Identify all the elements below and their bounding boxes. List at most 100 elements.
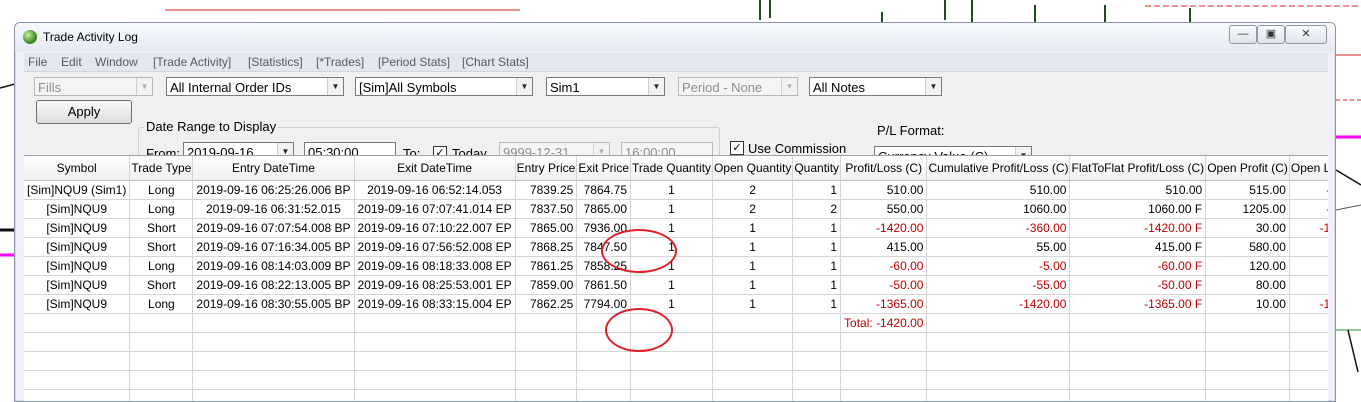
table-cell bbox=[1289, 390, 1328, 402]
table-cell: 120.00 bbox=[1206, 257, 1290, 276]
table-cell bbox=[927, 390, 1070, 402]
table-cell: 7865.00 bbox=[515, 219, 577, 238]
column-header[interactable]: Exit DateTime bbox=[354, 156, 515, 181]
table-cell: -55.00 bbox=[927, 276, 1070, 295]
table-cell bbox=[1289, 371, 1328, 390]
table-row[interactable]: [Sim]NQU9 (Sim1)Long2019-09-16 06:25:26.… bbox=[24, 181, 1328, 200]
close-icon[interactable]: ✕ bbox=[1285, 25, 1327, 44]
column-header[interactable]: Symbol bbox=[24, 156, 130, 181]
app-globe-icon bbox=[23, 30, 37, 44]
apply-button[interactable]: Apply bbox=[36, 100, 132, 124]
order-id-select[interactable]: All Internal Order IDs▼ bbox=[166, 77, 344, 96]
menu-trade-activity[interactable]: [Trade Activity] bbox=[153, 55, 231, 69]
table-row[interactable]: [Sim]NQU9Long2019-09-16 08:30:55.005 BP2… bbox=[24, 295, 1328, 314]
title-bar[interactable]: Trade Activity Log — ▣ ✕ bbox=[15, 23, 1335, 52]
table-cell: 1 bbox=[712, 238, 792, 257]
table-row[interactable]: [Sim]NQU9Short2019-09-16 08:22:13.005 BP… bbox=[24, 276, 1328, 295]
table-cell bbox=[515, 333, 577, 352]
column-header[interactable]: Exit Price bbox=[577, 156, 631, 181]
column-header[interactable]: FlatToFlat Profit/Loss (C) bbox=[1070, 156, 1206, 181]
table-cell: 1 bbox=[631, 200, 713, 219]
column-header[interactable]: Open Profit (C) bbox=[1206, 156, 1290, 181]
table-cell: -50.00 bbox=[841, 276, 927, 295]
menu-window[interactable]: Window bbox=[95, 55, 138, 69]
table-cell bbox=[577, 390, 631, 402]
menu-edit[interactable]: Edit bbox=[61, 55, 82, 69]
notes-select[interactable]: All Notes▼ bbox=[809, 77, 942, 96]
table-row[interactable]: [Sim]NQU9Long2019-09-16 08:14:03.009 BP2… bbox=[24, 257, 1328, 276]
trades-grid: SymbolTrade TypeEntry DateTimeExit DateT… bbox=[24, 155, 1328, 402]
table-cell: 1 bbox=[793, 276, 841, 295]
table-row[interactable]: [Sim]NQU9Short2019-09-16 07:07:54.008 BP… bbox=[24, 219, 1328, 238]
table-cell: 510.00 bbox=[841, 181, 927, 200]
table-cell bbox=[1070, 314, 1206, 333]
column-header[interactable]: Open Quantity bbox=[712, 156, 792, 181]
menu-statistics[interactable]: [Statistics] bbox=[248, 55, 303, 69]
table-cell bbox=[130, 333, 193, 352]
table-cell: 2019-09-16 08:22:13.005 BP bbox=[193, 276, 354, 295]
fills-select[interactable]: Fills▼ bbox=[34, 77, 153, 96]
table-cell bbox=[1070, 371, 1206, 390]
table-cell bbox=[24, 333, 130, 352]
table-cell bbox=[1070, 333, 1206, 352]
table-cell bbox=[841, 333, 927, 352]
table-cell bbox=[793, 390, 841, 402]
table-cell: -100.00 bbox=[1289, 181, 1328, 200]
table-cell: [Sim]NQU9 bbox=[24, 219, 130, 238]
menu-chart-stats[interactable]: [Chart Stats] bbox=[462, 55, 529, 69]
column-header[interactable]: Trade Type bbox=[130, 156, 193, 181]
symbol-select[interactable]: [Sim]All Symbols▼ bbox=[355, 77, 533, 96]
maximize-icon[interactable]: ▣ bbox=[1257, 25, 1285, 44]
period-select[interactable]: Period - None▼ bbox=[678, 77, 798, 96]
column-header[interactable]: Trade Quantity bbox=[631, 156, 713, 181]
table-cell: 580.00 bbox=[1206, 238, 1290, 257]
use-commission-label: Use Commission bbox=[748, 141, 846, 156]
table-cell bbox=[24, 390, 130, 402]
table-cell bbox=[24, 352, 130, 371]
table-cell bbox=[354, 390, 515, 402]
menu-trades[interactable]: [*Trades] bbox=[316, 55, 364, 69]
menu-period-stats[interactable]: [Period Stats] bbox=[378, 55, 450, 69]
table-cell bbox=[130, 390, 193, 402]
column-header[interactable]: Quantity bbox=[793, 156, 841, 181]
table-cell: -1420.00 F bbox=[1070, 219, 1206, 238]
table-cell bbox=[1070, 352, 1206, 371]
table-cell bbox=[24, 371, 130, 390]
table-cell bbox=[631, 390, 713, 402]
table-cell bbox=[927, 371, 1070, 390]
table-cell bbox=[193, 333, 354, 352]
empty-row bbox=[24, 333, 1328, 352]
trades-table: SymbolTrade TypeEntry DateTimeExit DateT… bbox=[24, 156, 1328, 402]
column-header[interactable]: Entry Price bbox=[515, 156, 577, 181]
table-cell: 2019-09-16 06:31:52.015 bbox=[193, 200, 354, 219]
use-commission-checkbox[interactable]: ✓ bbox=[730, 141, 744, 155]
column-header[interactable]: Cumulative Profit/Loss (C) bbox=[927, 156, 1070, 181]
table-cell: 2019-09-16 07:10:22.007 EP bbox=[354, 219, 515, 238]
table-cell: Short bbox=[130, 238, 193, 257]
table-cell: -1420.00 bbox=[927, 295, 1070, 314]
minimize-icon[interactable]: — bbox=[1229, 25, 1257, 44]
table-cell bbox=[1289, 333, 1328, 352]
account-select[interactable]: Sim1▼ bbox=[546, 77, 665, 96]
table-cell: 7861.50 bbox=[577, 276, 631, 295]
table-cell bbox=[354, 314, 515, 333]
column-header[interactable]: Profit/Loss (C) bbox=[841, 156, 927, 181]
table-cell: 2019-09-16 07:16:34.005 BP bbox=[193, 238, 354, 257]
table-cell bbox=[577, 371, 631, 390]
table-cell bbox=[1070, 390, 1206, 402]
column-header[interactable]: Open Loss (C) bbox=[1289, 156, 1328, 181]
table-cell bbox=[193, 371, 354, 390]
table-cell: 1205.00 bbox=[1206, 200, 1290, 219]
table-cell: Long bbox=[130, 200, 193, 219]
table-cell: 7862.25 bbox=[515, 295, 577, 314]
table-cell: [Sim]NQU9 bbox=[24, 238, 130, 257]
column-header[interactable]: Entry DateTime bbox=[193, 156, 354, 181]
table-cell: 2019-09-16 08:14:03.009 BP bbox=[193, 257, 354, 276]
table-cell: 1060.00 F bbox=[1070, 200, 1206, 219]
table-cell bbox=[354, 352, 515, 371]
table-cell: 7868.25 bbox=[515, 238, 577, 257]
table-row[interactable]: [Sim]NQU9Long2019-09-16 06:31:52.0152019… bbox=[24, 200, 1328, 219]
table-cell: -1365.00 bbox=[1289, 295, 1328, 314]
table-cell: [Sim]NQU9 bbox=[24, 257, 130, 276]
menu-file[interactable]: File bbox=[28, 55, 47, 69]
